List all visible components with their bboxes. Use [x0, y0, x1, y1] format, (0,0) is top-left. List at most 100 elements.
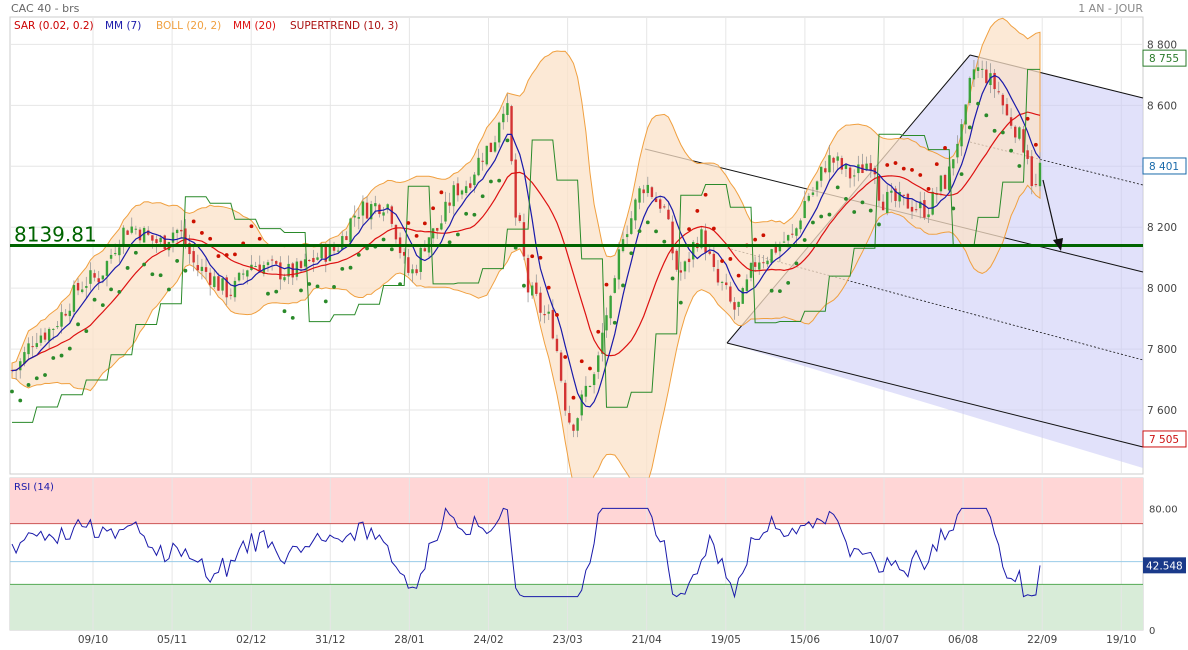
legend-item[interactable]: MM (7): [105, 20, 141, 32]
legend-item[interactable]: SUPERTREND (10, 3): [290, 20, 398, 32]
candle-body: [415, 269, 418, 274]
candle-body: [687, 258, 691, 263]
candle-body: [733, 302, 736, 310]
sar-dot: [852, 210, 857, 214]
sar-dot: [365, 246, 369, 251]
sar-dot: [1025, 116, 1030, 121]
time-tick-label: 31/12: [315, 634, 345, 646]
candle-body: [510, 106, 513, 162]
sar-dot: [563, 355, 568, 359]
sar-dot: [662, 239, 667, 244]
high-price-badge: 8 755: [1149, 53, 1179, 65]
sar-dot: [109, 287, 113, 292]
candle-body: [630, 218, 633, 234]
sar-dot: [637, 229, 642, 234]
candle-body: [60, 312, 63, 327]
candle-body: [89, 270, 92, 284]
sar-dot: [786, 280, 791, 285]
period-label[interactable]: 1 AN - JOUR: [1078, 2, 1143, 15]
sar-dot: [868, 208, 873, 213]
sar-dot: [629, 251, 634, 256]
candle-body: [572, 424, 575, 431]
candle-body: [617, 249, 621, 280]
candle-body: [241, 273, 245, 275]
candle-body: [464, 186, 468, 193]
candle-body: [638, 188, 641, 203]
candle-body: [1034, 184, 1038, 186]
rsi-axis: 80.0040.00042.548: [1143, 504, 1186, 637]
sar-dot: [621, 283, 625, 288]
candle-body: [667, 209, 670, 220]
candle-body: [85, 286, 88, 288]
candle-body: [964, 104, 967, 125]
sar-dot: [720, 259, 725, 263]
chart-canvas: 8139.81 CAC 40 - brs 1 AN - JOUR SAR (0.…: [9, 2, 1187, 646]
candle-body: [423, 248, 427, 252]
sar-dot: [356, 253, 361, 257]
sar-dot: [711, 226, 716, 231]
candle-body: [824, 168, 827, 173]
sar-dot: [497, 178, 502, 183]
candle-body: [931, 191, 934, 215]
sar-dot: [299, 288, 303, 293]
candle-body: [31, 346, 34, 348]
candle-body: [584, 385, 588, 397]
candle-body: [530, 285, 534, 296]
sar-dot: [695, 209, 700, 213]
rsi-tick-label: 80.00: [1149, 504, 1178, 515]
candle-body: [981, 68, 984, 70]
candle-body: [729, 286, 732, 302]
sar-dot: [654, 229, 658, 234]
sar-dot: [959, 172, 964, 177]
candle-body: [1005, 104, 1009, 116]
candle-body: [551, 309, 555, 339]
candle-body: [93, 273, 96, 278]
sar-dot: [530, 254, 535, 259]
sar-dot: [778, 289, 782, 293]
sar-dot: [26, 383, 31, 387]
sar-dot: [406, 221, 411, 225]
candle-body: [720, 281, 724, 283]
sar-dot: [464, 211, 469, 216]
candle-body: [716, 268, 720, 283]
candle-body: [902, 194, 905, 196]
candle-body: [237, 272, 241, 281]
price-tick-label: 8 200: [1147, 222, 1177, 234]
legend-item[interactable]: BOLL (20, 2): [156, 20, 221, 32]
legend-item[interactable]: MM (20): [233, 20, 276, 32]
price-tick-label: 8 600: [1147, 100, 1177, 112]
legend-item[interactable]: SAR (0.02, 0.2): [14, 20, 94, 32]
sar-dot: [191, 219, 196, 224]
sar-dot: [505, 138, 510, 143]
candle-body: [130, 226, 133, 233]
candle-body: [580, 394, 583, 416]
candle-body: [650, 187, 654, 198]
time-tick-label: 10/07: [869, 634, 899, 646]
candle-body: [456, 183, 460, 196]
sar-dot: [142, 262, 147, 267]
candle-body: [613, 278, 616, 293]
sar-dot: [951, 206, 956, 211]
candle-body: [799, 220, 802, 230]
candle-body: [704, 230, 707, 253]
sar-dot: [1033, 142, 1038, 147]
sar-dot: [522, 283, 526, 288]
sar-dot: [645, 220, 650, 225]
sar-dot: [257, 236, 262, 241]
candle-body: [923, 200, 926, 218]
candle-body: [481, 160, 484, 162]
sar-dot: [538, 255, 543, 260]
time-tick-label: 28/01: [394, 634, 424, 646]
candle-body: [1014, 126, 1017, 138]
candle-body: [105, 261, 109, 276]
candle-body: [431, 228, 435, 239]
candle-body: [208, 272, 212, 285]
candle-body: [275, 261, 278, 264]
sar-dot: [604, 282, 609, 287]
candle-body: [341, 236, 344, 250]
sar-dot: [34, 376, 39, 381]
sar-dot: [678, 300, 683, 305]
candle-body: [609, 295, 612, 319]
candle-body: [126, 230, 129, 235]
candle-body: [444, 201, 447, 222]
